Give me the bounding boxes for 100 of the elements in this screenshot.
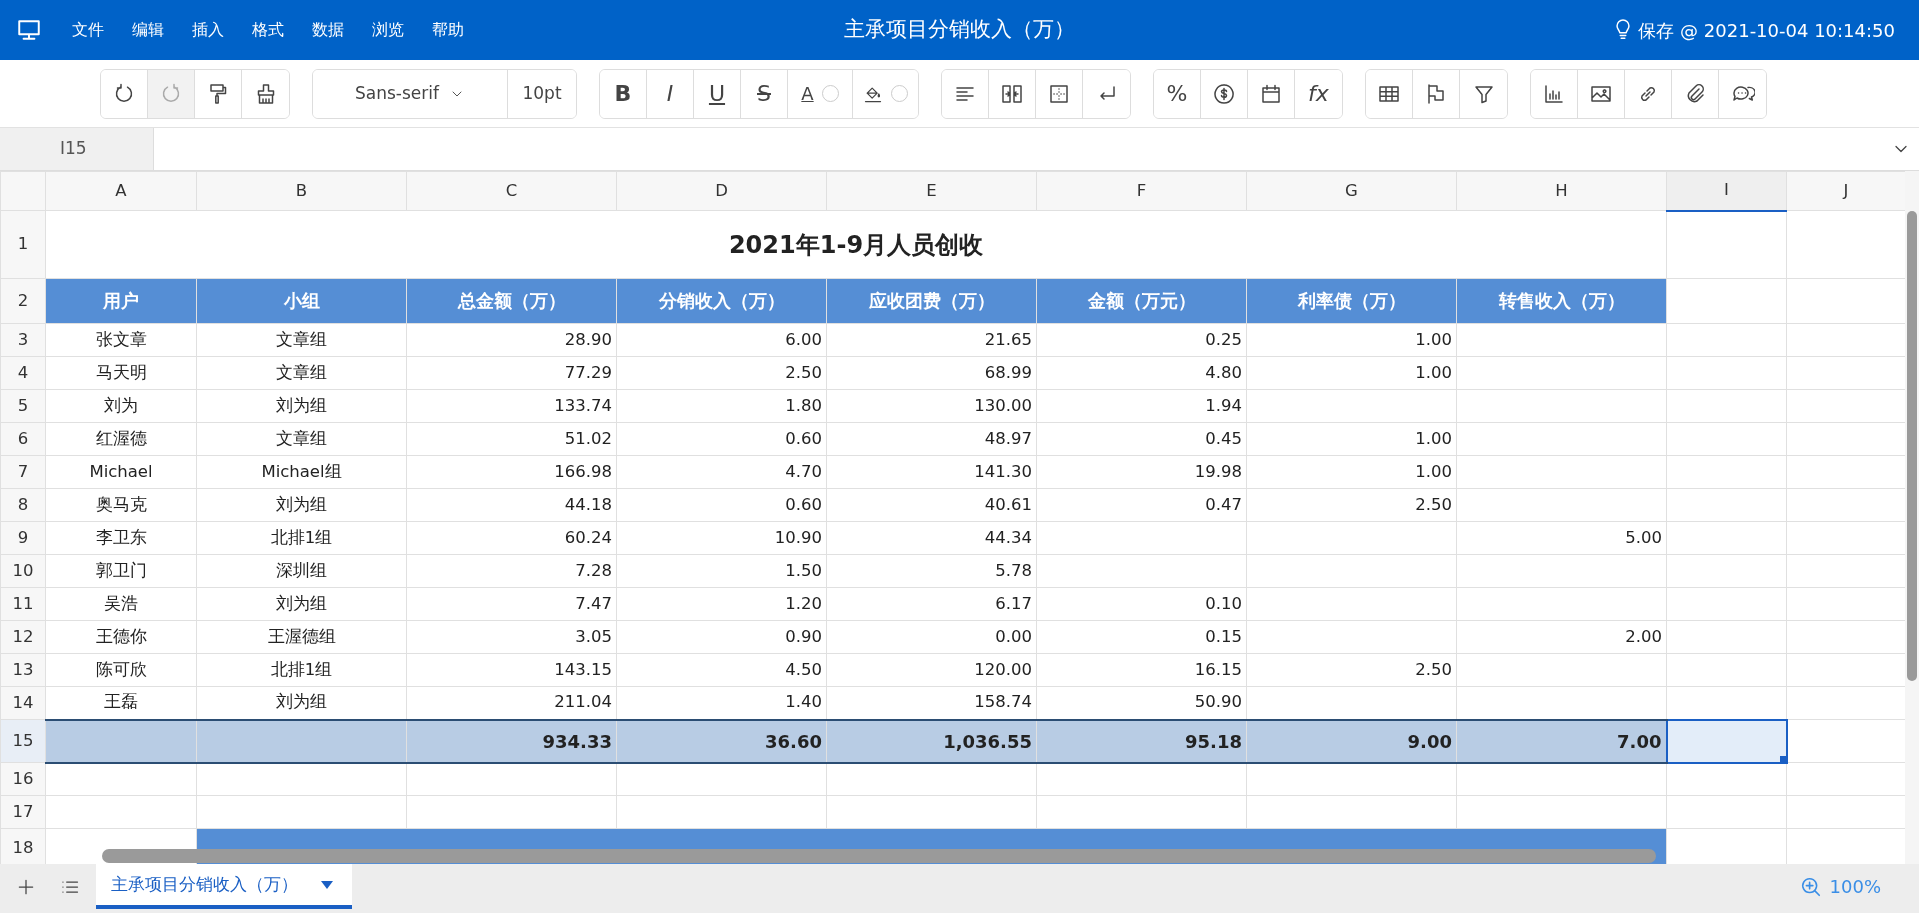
table-cell: 4.50: [616, 653, 827, 687]
column-header[interactable]: H: [1456, 171, 1667, 211]
table-cell: 2.50: [616, 356, 827, 390]
selected-cell[interactable]: [1666, 719, 1787, 763]
percent-button[interactable]: %: [1154, 69, 1201, 118]
table-button[interactable]: [1366, 69, 1413, 118]
row-number[interactable]: 4: [0, 356, 46, 390]
header-cell: 利率债（万）: [1246, 278, 1457, 324]
row-number[interactable]: 8: [0, 488, 46, 522]
column-header[interactable]: I: [1666, 171, 1787, 211]
table-cell: 5.00: [1456, 521, 1667, 555]
column-header[interactable]: D: [616, 171, 827, 211]
table-cell: 吴浩: [45, 587, 197, 621]
table-cell: 1.00: [1246, 323, 1457, 357]
font-select[interactable]: Sans-serif: [313, 69, 508, 118]
table-cell: 1.00: [1246, 356, 1457, 390]
total-cell: 7.00: [1456, 719, 1667, 763]
table-cell: 深圳组: [196, 554, 407, 588]
table-cell: 0.60: [616, 422, 827, 456]
table-cell: 141.30: [826, 455, 1037, 489]
row-number[interactable]: 13: [0, 653, 46, 687]
table-cell: 马天明: [45, 356, 197, 390]
bold-button[interactable]: B: [600, 69, 647, 118]
column-header[interactable]: E: [826, 171, 1037, 211]
table-cell: 0.00: [826, 620, 1037, 654]
table-cell: 6.17: [826, 587, 1037, 621]
table-cell: 120.00: [826, 653, 1037, 687]
scrollbar-thumb[interactable]: [1907, 211, 1917, 681]
table-cell: 48.97: [826, 422, 1037, 456]
menu-item[interactable]: 编辑: [118, 14, 178, 46]
table-cell: 143.15: [406, 653, 617, 687]
table-cell: 北排1组: [196, 521, 407, 555]
table-cell: 1.00: [1246, 422, 1457, 456]
row-number[interactable]: 1: [0, 210, 46, 279]
table-cell: 郭卫门: [45, 554, 197, 588]
table-cell: 68.99: [826, 356, 1037, 390]
row-number[interactable]: 2: [0, 278, 46, 324]
sheet-title: 2021年1-9月人员创收: [45, 210, 1667, 279]
table-cell: 3.05: [406, 620, 617, 654]
table-cell: 1.80: [616, 389, 827, 423]
table-cell: 4.80: [1036, 356, 1247, 390]
row-number[interactable]: 15: [0, 719, 46, 763]
row-number[interactable]: 18: [0, 828, 46, 864]
table-cell: 文章组: [196, 356, 407, 390]
table-cell: 10.90: [616, 521, 827, 555]
column-header[interactable]: G: [1246, 171, 1457, 211]
fill-handle[interactable]: [1779, 755, 1785, 761]
total-cell: 36.60: [616, 719, 827, 763]
menu-item[interactable]: 文件: [58, 14, 118, 46]
menu-item[interactable]: 数据: [298, 14, 358, 46]
column-header[interactable]: J: [1786, 171, 1906, 211]
monitor-icon: [16, 17, 42, 43]
table-cell: 60.24: [406, 521, 617, 555]
table-cell: 1.50: [616, 554, 827, 588]
table-cell: 4.70: [616, 455, 827, 489]
table-cell: 陈可欣: [45, 653, 197, 687]
row-number[interactable]: 10: [0, 554, 46, 588]
menu-item[interactable]: 格式: [238, 14, 298, 46]
bar-chart-button[interactable]: [1531, 69, 1578, 118]
header-cell: 金额（万元）: [1036, 278, 1247, 324]
table-cell: 1.00: [1246, 455, 1457, 489]
header-cell: 总金额（万）: [406, 278, 617, 324]
table-cell: 7.47: [406, 587, 617, 621]
scrollbar-thumb[interactable]: [102, 849, 1656, 863]
column-header[interactable]: F: [1036, 171, 1247, 211]
table-cell: 0.47: [1036, 488, 1247, 522]
row-number[interactable]: 3: [0, 323, 46, 357]
row-number[interactable]: 12: [0, 620, 46, 654]
row-number[interactable]: 11: [0, 587, 46, 621]
column-header[interactable]: B: [196, 171, 407, 211]
row-number[interactable]: 7: [0, 455, 46, 489]
table-cell: 7.28: [406, 554, 617, 588]
menu-item[interactable]: 帮助: [418, 14, 478, 46]
row-number[interactable]: 14: [0, 686, 46, 720]
menu-item[interactable]: 插入: [178, 14, 238, 46]
table-cell: 44.34: [826, 521, 1037, 555]
total-cell: 1,036.55: [826, 719, 1037, 763]
menu-item[interactable]: 浏览: [358, 14, 418, 46]
zoom-in-icon: [1799, 875, 1822, 898]
table-cell: 19.98: [1036, 455, 1247, 489]
scrollbar-track[interactable]: [1905, 171, 1919, 864]
document-title: 主承项目分销收入（万）: [844, 16, 1075, 44]
dollar-icon: [1212, 81, 1236, 106]
table-cell: 刘为组: [196, 587, 407, 621]
table-cell: 51.02: [406, 422, 617, 456]
header-cell: 小组: [196, 278, 407, 324]
table-cell: 133.74: [406, 389, 617, 423]
row-number[interactable]: 6: [0, 422, 46, 456]
column-header[interactable]: C: [406, 171, 617, 211]
align-left-button[interactable]: [942, 69, 989, 118]
column-header[interactable]: A: [45, 171, 197, 211]
table-cell: 1.94: [1036, 389, 1247, 423]
row-number[interactable]: 17: [0, 795, 46, 829]
row-number[interactable]: 5: [0, 389, 46, 423]
undo-button[interactable]: [101, 69, 148, 118]
table-cell: 6.00: [616, 323, 827, 357]
row-number[interactable]: 16: [0, 762, 46, 796]
row-number[interactable]: 9: [0, 521, 46, 555]
cell-reference[interactable]: I15: [0, 128, 154, 170]
sheet-tab[interactable]: 主承项目分销收入（万）: [96, 864, 352, 909]
